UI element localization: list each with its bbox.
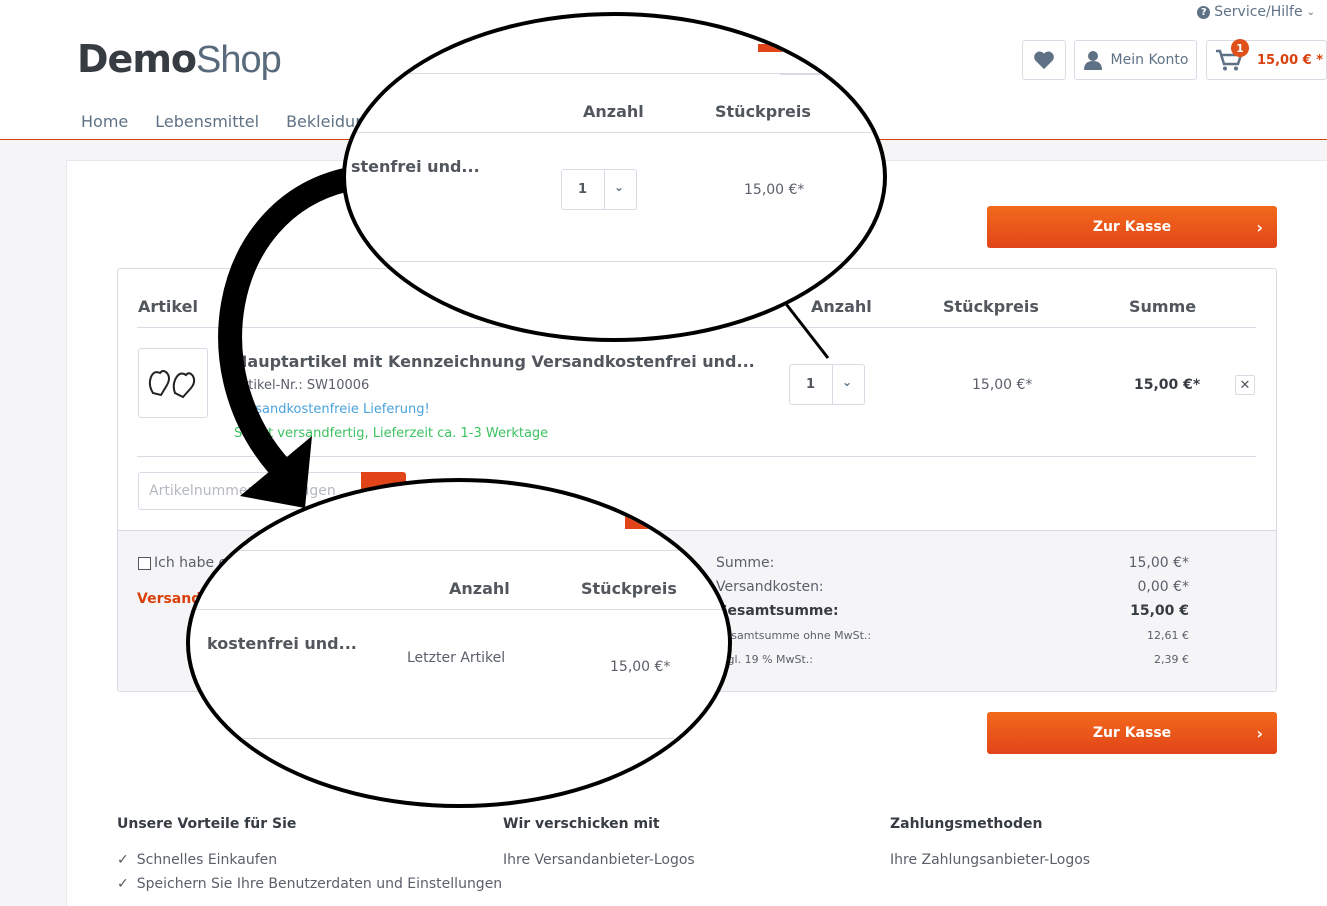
shipping-free-label: Versandkostenfreie Lieferung! — [234, 402, 430, 417]
chevron-right-icon: › — [1256, 723, 1263, 743]
zoom-col-price: Stückpreis — [581, 579, 677, 598]
quantity-select[interactable]: 1 ⌄ — [789, 364, 865, 405]
mittens-icon — [148, 370, 196, 399]
col-header-article: Artikel — [138, 297, 198, 316]
line-total: 15,00 €* — [1134, 377, 1201, 393]
checkbox[interactable] — [138, 556, 151, 570]
search-button-fragment — [758, 44, 782, 52]
summary-label-net: Gesamtsumme ohne MwSt.: — [716, 629, 872, 642]
help-icon: ? — [1197, 5, 1211, 19]
zoom-divider — [346, 73, 828, 74]
summary-value-sum: 15,00 €* — [1128, 555, 1189, 571]
col-header-sum: Summe — [1129, 297, 1197, 316]
footer-title-benefits: Unsere Vorteile für Sie — [117, 816, 297, 832]
row-divider — [137, 456, 1256, 457]
footer-payment-text: Ihre Zahlungsanbieter-Logos — [890, 852, 1091, 868]
close-icon: ✕ — [1239, 377, 1251, 393]
unit-price: 15,00 €* — [972, 377, 1033, 393]
service-label: Service/Hilfe — [1214, 4, 1303, 20]
footer-benefit-item: ✓ Speichern Sie Ihre Benutzerdaten und Ei… — [117, 876, 502, 892]
search-box-fragment — [780, 45, 828, 75]
summary-label-total: Gesamtsumme: — [716, 603, 839, 619]
cart-amount: 15,00 € * — [1257, 52, 1324, 68]
wishlist-button[interactable] — [1022, 40, 1066, 80]
checkmark-icon: ✓ — [117, 852, 129, 868]
zoom-callout-top: Anzahl Stückpreis stenfrei und... 1 ⌄ 15… — [342, 12, 887, 342]
logo-bold: Demo — [77, 37, 197, 81]
nav-item-home[interactable]: Home — [81, 112, 128, 131]
zoom-divider — [190, 738, 728, 739]
footer-benefit-item: ✓ Schnelles Einkaufen — [117, 852, 277, 868]
product-number: Artikel-Nr.: SW10006 — [234, 378, 370, 393]
delivery-status: Sofort versandfertig, Lieferzeit ca. 1-3… — [234, 426, 549, 441]
main-navigation: Home Lebensmittel Bekleidung — [81, 112, 376, 131]
zoom-col-price: Stückpreis — [715, 102, 811, 121]
product-name[interactable]: Hauptartikel mit Kennzeichnung Versandko… — [234, 352, 755, 371]
account-label: Mein Konto — [1110, 52, 1189, 68]
zoom-quantity-select: 1 ⌄ — [561, 169, 637, 210]
zoom-divider — [190, 550, 728, 551]
checkout-button-bottom[interactable]: Zur Kasse › — [987, 712, 1277, 754]
summary-value-net: 12,61 € — [1147, 629, 1189, 642]
chevron-right-icon: › — [1256, 217, 1263, 237]
zoom-unit-price: 15,00 €* — [744, 182, 805, 198]
zoom-col-qty: Anzahl — [583, 102, 644, 121]
zoom-col-qty: Anzahl — [449, 579, 510, 598]
user-icon — [1083, 51, 1102, 70]
summary-value-vat: 2,39 € — [1154, 653, 1189, 666]
col-header-price: Stückpreis — [943, 297, 1039, 316]
checkout-label: Zur Kasse — [1092, 219, 1172, 235]
footer-title-shipping: Wir verschicken mit — [503, 816, 660, 832]
footer-benefit-text: Speichern Sie Ihre Benutzerdaten und Ein… — [136, 876, 503, 892]
checkout-button-top[interactable]: Zur Kasse › — [987, 206, 1277, 248]
footer-benefit-text: Schnelles Einkaufen — [136, 852, 278, 868]
zoom-quantity-value: 1 — [578, 182, 588, 197]
zoom-callout-bottom: Anzahl Stückpreis kostenfrei und... Letz… — [186, 478, 732, 808]
shop-logo[interactable]: DemoShop — [77, 37, 282, 81]
zoom-divider — [346, 261, 883, 262]
footer-title-payment: Zahlungsmethoden — [890, 816, 1043, 832]
checkmark-icon: ✓ — [117, 876, 129, 892]
zoom-last-article: Letzter Artikel — [407, 650, 506, 666]
summary-value-total: 15,00 € — [1130, 603, 1189, 619]
cart-badge: 1 — [1231, 39, 1249, 57]
summary-label-shipping: Versandkosten: — [716, 579, 824, 595]
zoom-divider — [190, 609, 728, 610]
zoom-quantity-divider — [604, 170, 605, 209]
remove-item-button[interactable]: ✕ — [1235, 375, 1255, 395]
account-button[interactable]: Mein Konto — [1074, 40, 1197, 80]
button-fragment — [625, 504, 665, 529]
chevron-down-icon: ⌄ — [842, 375, 853, 389]
zoom-product-name: stenfrei und... — [351, 157, 480, 176]
quantity-divider — [832, 365, 833, 404]
heart-icon — [1034, 51, 1054, 70]
cart-button[interactable]: 1 15,00 € * — [1206, 39, 1327, 80]
footer-shipping-text: Ihre Versandanbieter-Logos — [503, 852, 695, 868]
chevron-down-icon: ⌄ — [1306, 6, 1315, 18]
chevron-down-icon: ⌄ — [614, 180, 625, 194]
logo-light: Shop — [196, 39, 282, 81]
nav-item-lebensmittel[interactable]: Lebensmittel — [155, 112, 259, 131]
product-image[interactable] — [138, 348, 208, 418]
zoom-unit-price: 15,00 €* — [610, 659, 671, 675]
summary-value-shipping: 0,00 €* — [1137, 579, 1189, 595]
page: ? Service/Hilfe ⌄ DemoShop Mein Konto 1 … — [0, 0, 1327, 906]
service-link[interactable]: ? Service/Hilfe ⌄ — [1197, 4, 1315, 20]
zoom-product-name: kostenfrei und... — [207, 634, 357, 653]
quantity-value: 1 — [806, 377, 816, 392]
checkout-label: Zur Kasse — [1092, 725, 1172, 741]
zoom-divider — [346, 132, 883, 133]
